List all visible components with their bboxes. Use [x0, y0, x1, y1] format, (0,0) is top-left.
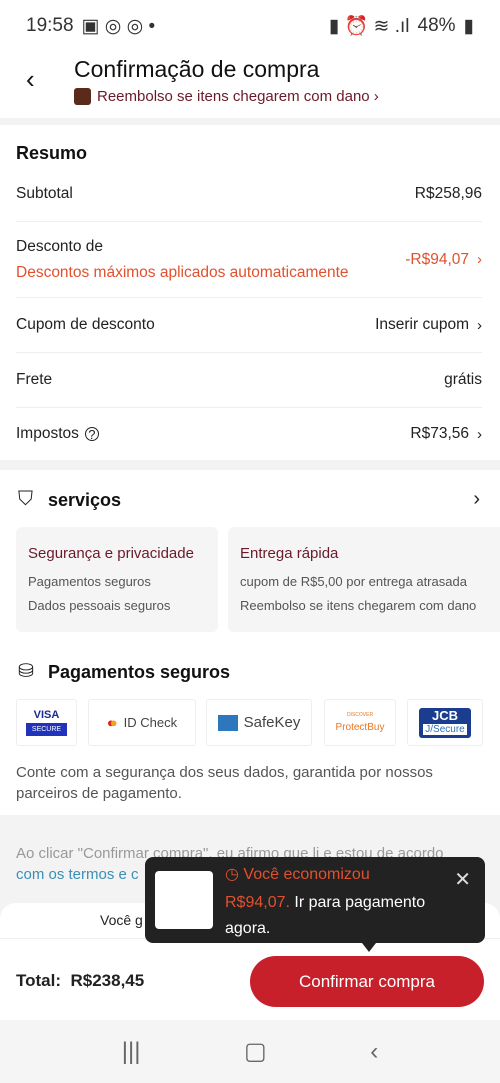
recent-apps-button[interactable]: |||	[122, 1038, 141, 1066]
system-nav-bar: ||| ▢ ‹	[0, 1020, 500, 1083]
popup-tail	[362, 943, 376, 952]
time: 19:58	[26, 15, 74, 36]
back-nav-button[interactable]: ‹	[370, 1038, 378, 1066]
visa-secure-logo: VISA SECURE	[16, 699, 77, 746]
home-button[interactable]: ▢	[244, 1037, 267, 1066]
total: Total: R$238,45	[16, 971, 145, 990]
back-button[interactable]: ‹	[26, 64, 35, 95]
services-section: ⛉ serviços › Segurança e privacidade Pag…	[0, 470, 500, 815]
notification-icons: ▣ ◎ ◎ •	[81, 15, 156, 37]
shipping-row: Frete grátis	[16, 353, 482, 408]
amex-safekey-logo: SafeKey	[206, 699, 312, 746]
info-icon[interactable]: ?	[84, 427, 99, 442]
close-icon[interactable]: ✕	[454, 867, 471, 892]
popup-title: ◷ Você economizou	[225, 866, 370, 883]
savings-popup[interactable]: ◷ Você economizou R$94,07. Ir para pagam…	[145, 857, 485, 943]
coupon-row[interactable]: Cupom de desconto Inserir cupom ›	[16, 298, 482, 353]
services-title: serviços	[48, 490, 122, 510]
service-card-delivery[interactable]: Entrega rápida cupom de R$5,00 por entre…	[228, 527, 500, 632]
taxes-row[interactable]: Impostos? R$73,56 ›	[16, 408, 482, 460]
refund-link[interactable]: Reembolso se itens chegarem com dano ›	[74, 88, 379, 105]
service-card-security[interactable]: Segurança e privacidade Pagamentos segur…	[16, 527, 218, 632]
jcb-jsecure-logo: JCB J/Secure	[407, 699, 483, 746]
battery-level: 48%	[417, 15, 456, 36]
signal-icons: ▮ ⏰ ≋ .ıl	[328, 16, 410, 37]
mastercard-id-check-logo: ● ● ID Check	[88, 699, 196, 746]
page-title: Confirmação de compra	[74, 56, 320, 82]
terms-link[interactable]: com os termos e c	[16, 866, 139, 883]
payments-title: Pagamentos seguros	[48, 662, 231, 682]
header: ‹ Confirmação de compra Reembolso se ite…	[0, 52, 500, 118]
shield-icon: ⛉	[18, 488, 33, 510]
summary-title: Resumo	[16, 143, 88, 163]
confirm-purchase-button[interactable]: Confirmar compra	[250, 956, 484, 1007]
discount-row[interactable]: Desconto de Descontos máximos aplicados a…	[16, 222, 482, 298]
payments-note: Conte com a segurança dos seus dados, ga…	[16, 764, 433, 802]
battery-icon: ▮	[463, 15, 474, 37]
product-thumbnail	[155, 871, 213, 929]
status-bar: 19:58 ▣ ◎ ◎ • ▮ ⏰ ≋ .ıl 48% ▮	[0, 0, 500, 52]
subtotal-row: Subtotal R$258,96	[16, 167, 482, 222]
summary-section: Resumo Subtotal R$258,96 Desconto de Desco…	[0, 125, 500, 460]
popup-text: R$94,07. Ir para pagamento agora.	[225, 894, 426, 937]
chevron-right-icon: ›	[477, 425, 482, 443]
chevron-right-icon: ›	[477, 251, 482, 268]
chevron-right-icon[interactable]: ›	[473, 488, 480, 511]
secure-payment-icon: ⛁	[18, 661, 34, 682]
chevron-right-icon: ›	[477, 316, 482, 334]
package-icon	[74, 88, 91, 105]
discover-protectbuy-logo: DISCOVER ProtectBuy	[324, 699, 396, 746]
